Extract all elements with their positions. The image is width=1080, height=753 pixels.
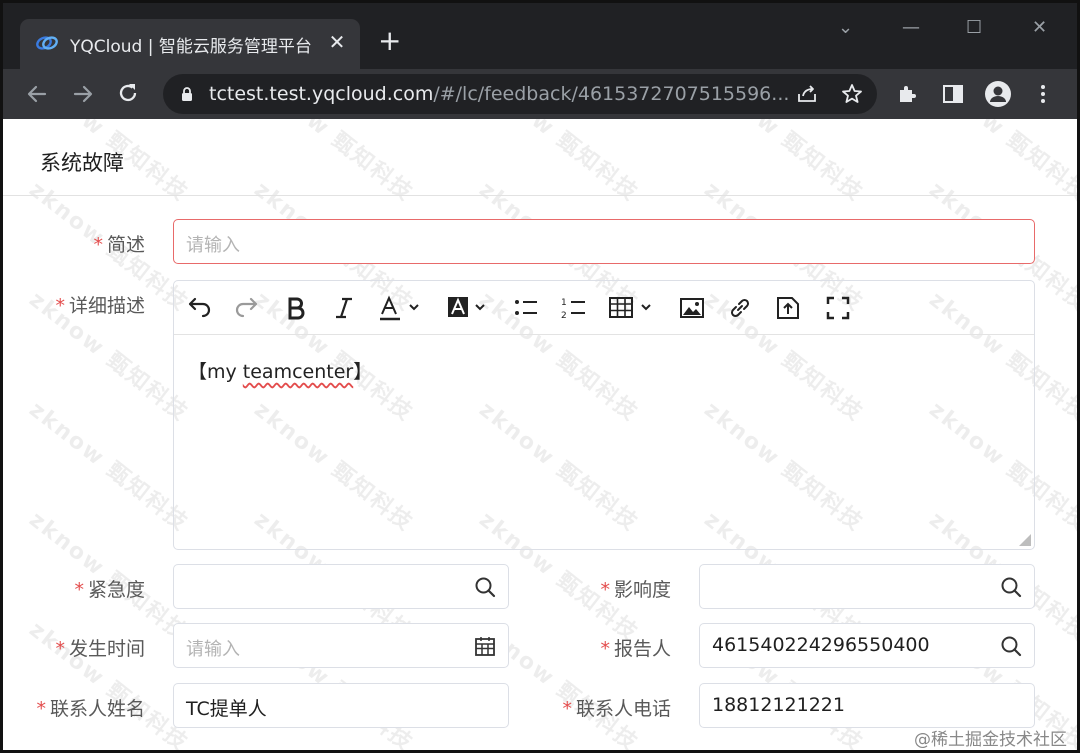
search-icon[interactable] [1000, 635, 1022, 657]
summary-label: * 简述 [93, 230, 145, 257]
reporter-value: 461540224296550400 [712, 634, 930, 656]
numbered-list-icon[interactable]: 12 [560, 294, 588, 322]
required-mark: * [600, 638, 610, 660]
link-icon[interactable] [726, 294, 754, 322]
browser-tab[interactable]: YQCloud | 智能云服务管理平台 ✕ [20, 19, 360, 69]
source-credit: @稀土掘金技术社区 [914, 730, 1067, 750]
bullet-list-icon[interactable] [512, 294, 540, 322]
spellcheck-word: teamcenter [242, 361, 354, 383]
back-icon[interactable] [25, 83, 49, 105]
share-icon[interactable] [795, 82, 819, 106]
required-mark: * [93, 234, 103, 256]
minimize-icon[interactable]: — [902, 17, 920, 38]
search-icon[interactable] [1000, 576, 1022, 598]
bookmark-star-icon[interactable] [840, 82, 864, 106]
new-tab-button[interactable]: + [378, 27, 401, 55]
fullscreen-icon[interactable] [824, 294, 852, 322]
maximize-icon[interactable]: ☐ [966, 17, 982, 38]
screenshot-frame: YQCloud | 智能云服务管理平台 ✕ + ⌄ — ☐ ✕ tctest.t… [0, 0, 1080, 753]
yqcloud-logo-icon [36, 36, 58, 50]
table-icon[interactable] [608, 294, 654, 322]
tab-title: YQCloud | 智能云服务管理平台 [70, 37, 312, 57]
required-mark: * [55, 638, 65, 660]
summary-placeholder: 请输入 [186, 235, 240, 256]
editor-content[interactable]: 【my teamcenter】 [188, 357, 372, 384]
contact-phone-value: 18812121221 [712, 694, 845, 716]
italic-icon[interactable] [330, 294, 358, 322]
tab-close-icon[interactable]: ✕ [327, 30, 347, 54]
occur-time-picker[interactable]: 请输入 [173, 623, 509, 668]
editor-resize-handle[interactable] [1019, 534, 1031, 546]
reporter-label: * 报告人 [600, 634, 671, 661]
watermark-text: zknow 甄知科技 [24, 397, 193, 537]
browser-toolbar: tctest.test.yqcloud.com/#/lc/feedback/46… [3, 69, 1077, 119]
close-window-icon[interactable]: ✕ [1032, 17, 1047, 38]
upload-icon[interactable] [774, 294, 802, 322]
editor-text-prefix: 【my [188, 361, 243, 383]
contact-phone-label-text: 联系人电话 [575, 698, 671, 720]
search-icon[interactable] [474, 576, 496, 598]
occur-time-label: * 发生时间 [55, 634, 145, 661]
occur-time-placeholder: 请输入 [186, 639, 240, 660]
urgency-lookup[interactable] [173, 564, 509, 609]
page-title: 系统故障 [40, 151, 124, 175]
required-mark: * [55, 295, 65, 317]
reload-icon[interactable] [116, 81, 140, 105]
contact-name-label-text: 联系人姓名 [49, 698, 145, 720]
lock-icon [182, 87, 192, 101]
browser-menu-icon[interactable] [1031, 82, 1055, 106]
svg-text:2: 2 [561, 311, 567, 321]
required-mark: * [600, 579, 610, 601]
font-color-icon[interactable] [378, 294, 422, 322]
editor-text-suffix: 】 [353, 361, 373, 383]
impact-label: * 影响度 [600, 575, 671, 602]
required-mark: * [36, 698, 46, 720]
side-panel-icon[interactable] [941, 82, 965, 106]
extensions-icon[interactable] [896, 82, 920, 106]
reporter-label-text: 报告人 [613, 638, 671, 660]
url-path: /#/lc/feedback/4615372707515596... [433, 83, 790, 105]
address-bar[interactable]: tctest.test.yqcloud.com/#/lc/feedback/46… [163, 74, 877, 114]
profile-avatar-icon[interactable] [984, 80, 1012, 108]
undo-icon[interactable] [186, 294, 214, 322]
page-content: zknow 甄知科技 zknow 甄知科技 zknow 甄知科技 zknow 甄知科技… [3, 119, 1077, 750]
contact-phone-label: * 联系人电话 [562, 694, 671, 721]
forward-icon[interactable] [71, 83, 95, 105]
description-label-text: 详细描述 [68, 295, 145, 317]
impact-label-text: 影响度 [613, 579, 671, 601]
redo-icon[interactable] [232, 294, 260, 322]
bg-color-icon[interactable] [446, 294, 490, 322]
summary-label-text: 简述 [106, 234, 145, 256]
editor-toolbar: 12 [174, 281, 1034, 335]
impact-lookup[interactable] [699, 564, 1035, 609]
svg-text:1: 1 [561, 298, 567, 308]
browser-titlebar: YQCloud | 智能云服务管理平台 ✕ + ⌄ — ☐ ✕ [3, 3, 1077, 69]
description-label: * 详细描述 [55, 291, 145, 318]
summary-input[interactable]: 请输入 [173, 219, 1035, 264]
url-text: tctest.test.yqcloud.com/#/lc/feedback/46… [209, 83, 789, 105]
url-host: tctest.test.yqcloud.com [209, 83, 434, 105]
header-divider [3, 195, 1077, 196]
urgency-label-text: 紧急度 [87, 579, 145, 601]
contact-name-input[interactable]: TC提单人 [173, 683, 509, 728]
contact-name-value: TC提单人 [186, 698, 267, 720]
calendar-icon[interactable] [474, 635, 496, 657]
occur-time-label-text: 发生时间 [68, 638, 145, 660]
tab-search-icon[interactable]: ⌄ [838, 17, 853, 38]
required-mark: * [562, 698, 572, 720]
contact-name-label: * 联系人姓名 [36, 694, 145, 721]
image-icon[interactable] [678, 294, 706, 322]
bold-icon[interactable] [282, 294, 310, 322]
contact-phone-input[interactable]: 18812121221 [699, 683, 1035, 728]
reporter-lookup[interactable]: 461540224296550400 [699, 623, 1035, 668]
description-rich-editor[interactable]: 12 【my teamcenter】 [173, 280, 1035, 550]
required-mark: * [74, 579, 84, 601]
urgency-label: * 紧急度 [74, 575, 145, 602]
